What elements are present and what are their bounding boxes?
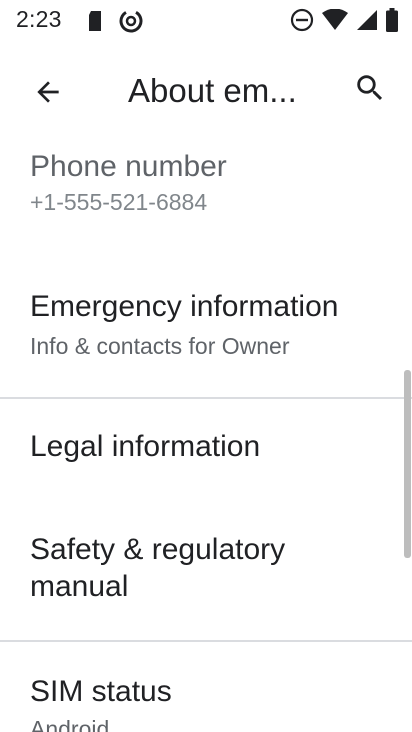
list-item-emergency-information[interactable]: Emergency information Info & contacts fo… <box>30 290 388 360</box>
back-arrow-icon <box>32 76 64 113</box>
page-title: About em... <box>128 72 297 109</box>
item-subtitle: Info & contacts for Owner <box>30 332 290 359</box>
sd-card-icon <box>88 10 102 37</box>
search-icon <box>353 71 387 110</box>
cellular-signal-icon <box>356 9 378 36</box>
item-subtitle: Android <box>30 715 110 732</box>
divider <box>0 397 412 399</box>
search-button[interactable] <box>346 68 394 112</box>
list-item-phone-number[interactable]: Phone number +1-555-521-6884 <box>30 150 388 216</box>
status-time: 2:23 <box>16 6 62 32</box>
wifi-icon <box>322 8 348 36</box>
divider <box>0 640 412 642</box>
data-saver-icon <box>118 8 144 39</box>
status-left-icons <box>88 8 160 39</box>
battery-icon <box>386 8 398 37</box>
item-subtitle: +1-555-521-6884 <box>30 188 208 215</box>
item-title: Phone number <box>30 150 227 183</box>
list-item-safety-regulatory-manual[interactable]: Safety & regulatory manual <box>30 533 388 604</box>
app-bar: About em... <box>0 44 412 140</box>
status-right-icons <box>282 8 398 37</box>
item-title-line2: manual <box>30 569 129 603</box>
item-title: SIM status <box>30 675 172 708</box>
status-bar: 2:23 <box>0 0 412 44</box>
settings-list: Phone number +1-555-521-6884 Emergency i… <box>0 140 412 732</box>
list-item-legal-information[interactable]: Legal information <box>30 430 388 465</box>
item-title: Legal information <box>30 430 261 463</box>
list-item-sim-status[interactable]: SIM status Android <box>30 675 388 732</box>
item-title: Safety & regulatory <box>30 533 286 566</box>
scrollbar[interactable] <box>404 370 411 558</box>
do-not-disturb-icon <box>290 8 314 37</box>
back-button[interactable] <box>24 74 72 114</box>
item-title: Emergency information <box>30 290 339 323</box>
